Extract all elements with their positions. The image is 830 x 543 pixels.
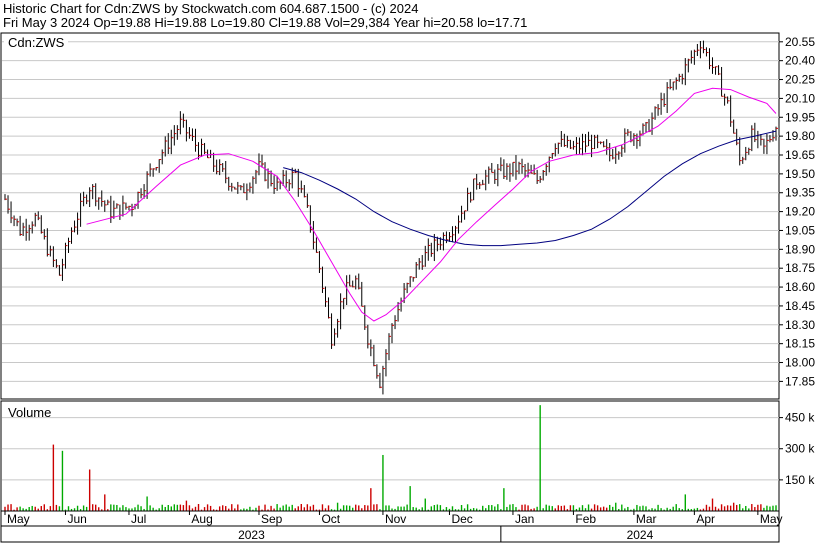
price-tick-label: 20.10: [785, 91, 815, 105]
year-label: 2023: [238, 528, 265, 542]
chart-header-line1: Historic Chart for Cdn:ZWS by Stockwatch…: [3, 1, 418, 16]
price-tick-label: 19.95: [785, 110, 815, 124]
price-tick-label: 19.80: [785, 129, 815, 143]
month-label: Nov: [385, 512, 406, 526]
price-tick-label: 19.35: [785, 186, 815, 200]
volume-axis: 150 k 300 k 450 k: [779, 411, 815, 487]
volume-label: Volume: [8, 405, 51, 420]
price-tick-label: 18.75: [785, 261, 815, 275]
symbol-label: Cdn:ZWS: [8, 35, 65, 50]
price-tick-label: 18.15: [785, 337, 815, 351]
month-label: Dec: [451, 512, 472, 526]
chart-header-line2: Fri May 3 2024 Op=19.88 Hi=19.88 Lo=19.8…: [3, 15, 527, 30]
month-label: Feb: [575, 512, 596, 526]
month-label: Oct: [321, 512, 340, 526]
price-tick-label: 18.90: [785, 242, 815, 256]
month-label: Sep: [261, 512, 283, 526]
year-label: 2024: [627, 528, 654, 542]
month-label: Apr: [696, 512, 715, 526]
price-tick-label: 20.40: [785, 54, 815, 68]
month-label: Mar: [636, 512, 657, 526]
month-label: Aug: [191, 512, 212, 526]
price-tick-label: 18.30: [785, 318, 815, 332]
month-label: Jun: [67, 512, 86, 526]
price-tick-label: 18.45: [785, 299, 815, 313]
price-tick-label: 19.05: [785, 223, 815, 237]
volume-tick-label: 450 k: [785, 411, 815, 425]
volume-tick-label: 150 k: [785, 473, 815, 487]
month-label: May: [760, 512, 783, 526]
volume-tick-label: 300 k: [785, 442, 815, 456]
price-tick-label: 17.85: [785, 374, 815, 388]
price-tick-label: 18.60: [785, 280, 815, 294]
price-tick-label: 19.65: [785, 148, 815, 162]
price-tick-label: 20.25: [785, 73, 815, 87]
price-tick-label: 20.55: [785, 35, 815, 49]
stock-chart: Historic Chart for Cdn:ZWS by Stockwatch…: [0, 0, 830, 543]
month-label: Jan: [515, 512, 534, 526]
price-tick-label: 18.00: [785, 356, 815, 370]
month-label: May: [7, 512, 30, 526]
month-label: Jul: [131, 512, 146, 526]
price-tick-label: 19.50: [785, 167, 815, 181]
price-tick-label: 19.20: [785, 205, 815, 219]
